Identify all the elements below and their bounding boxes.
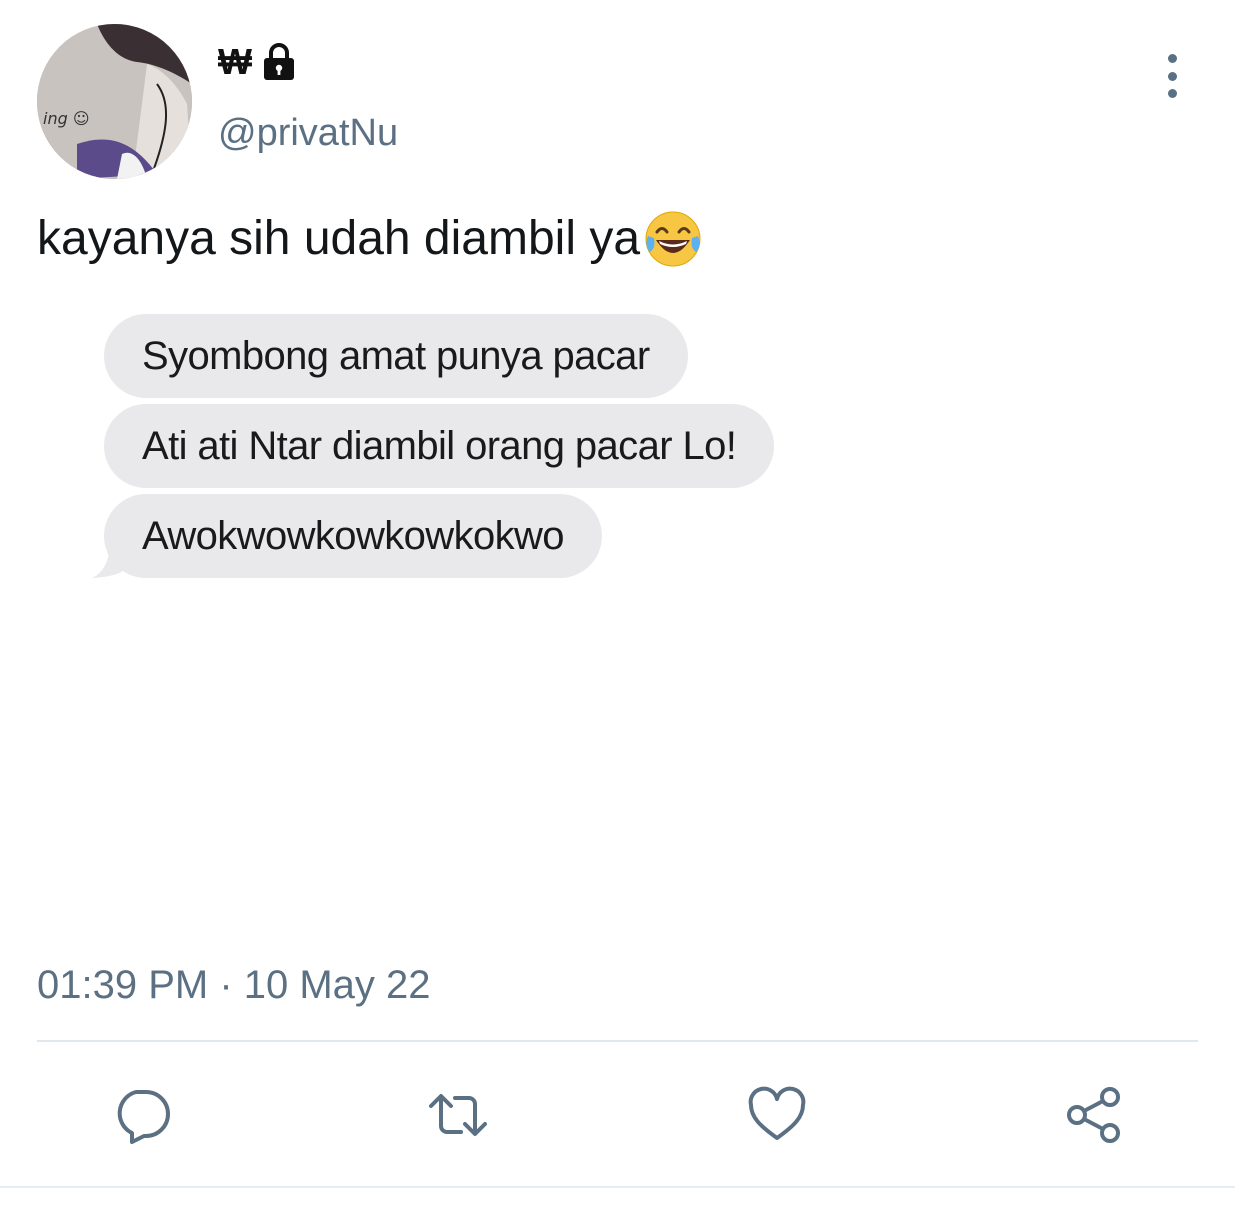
share-button[interactable]	[1061, 1082, 1127, 1148]
tweet-detail: ing ☺ ₩ @privatNu kayanya sih udah diamb…	[0, 0, 1235, 1206]
lock-icon	[263, 43, 294, 80]
tweet-text: kayanya sih udah diambil ya	[37, 208, 704, 270]
tweet-timestamp[interactable]: 01:39 PM · 10 May 22	[37, 960, 431, 1010]
author-display-name[interactable]: ₩	[218, 40, 252, 84]
face-with-tears-of-joy-icon	[645, 211, 701, 267]
chat-bubble: Ati ati Ntar diambil orang pacar Lo!	[104, 404, 775, 488]
like-button[interactable]	[744, 1082, 810, 1148]
tweet-text-content: kayanya sih udah diambil ya	[37, 212, 641, 265]
reply-button[interactable]	[108, 1082, 174, 1148]
author-name-row[interactable]: ₩	[218, 40, 296, 84]
reply-icon	[117, 1090, 170, 1144]
author-handle[interactable]: @privatNu	[218, 110, 398, 156]
avatar-handwriting: ing ☺	[43, 109, 90, 128]
bottom-divider	[0, 1186, 1235, 1188]
more-dot	[1167, 89, 1177, 98]
divider	[37, 1040, 1198, 1042]
chat-bubble: Syombong amat punya pacar	[104, 314, 688, 398]
retweet-button[interactable]	[425, 1082, 491, 1148]
more-dot	[1167, 71, 1177, 81]
like-icon	[748, 1086, 806, 1140]
share-icon	[1067, 1087, 1120, 1143]
more-dot	[1167, 54, 1177, 63]
avatar[interactable]: ing ☺	[37, 24, 192, 179]
chat-bubble: Awokwowkowkowkokwo	[104, 494, 602, 578]
retweet-icon	[429, 1094, 487, 1136]
more-options-icon[interactable]	[1150, 54, 1194, 98]
